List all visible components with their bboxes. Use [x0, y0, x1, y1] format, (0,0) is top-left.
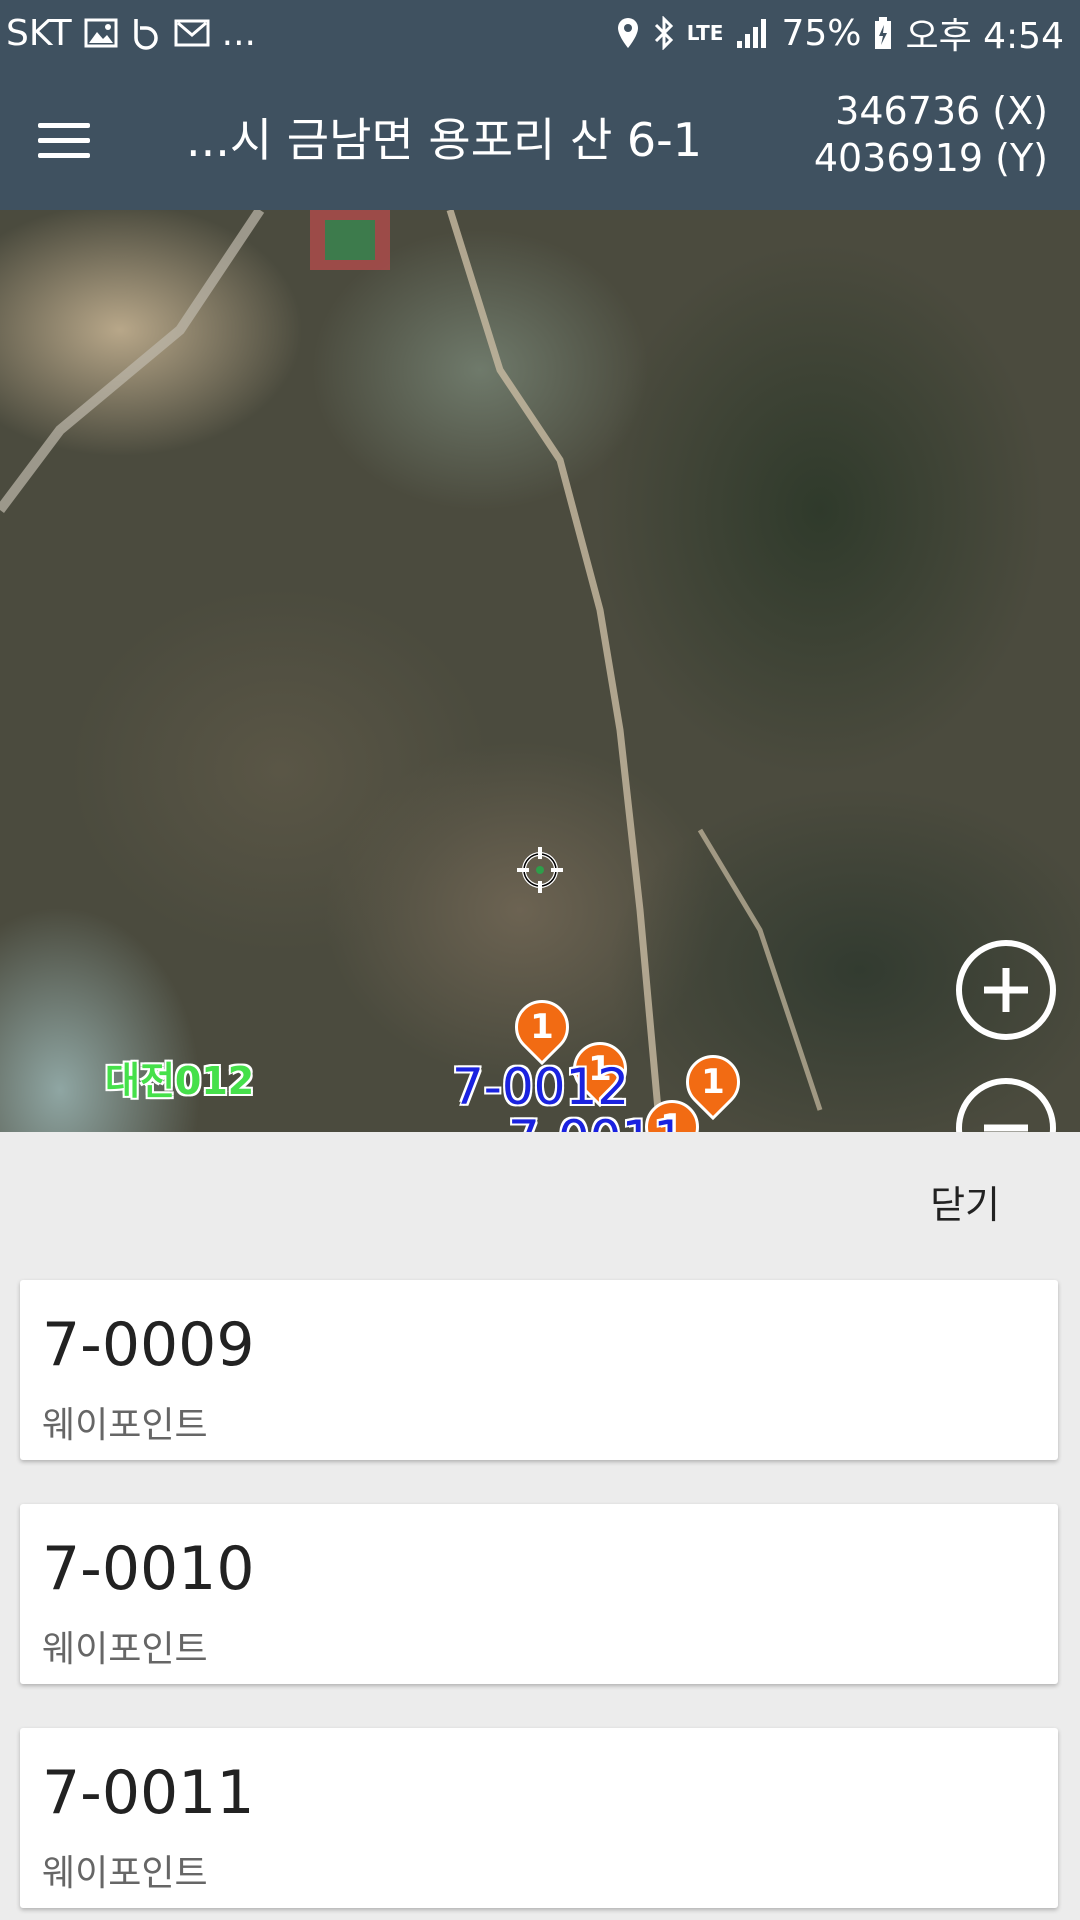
notification-overflow: ...	[221, 12, 256, 54]
crosshair-icon	[517, 847, 563, 893]
menu-button[interactable]	[38, 110, 108, 170]
list-item[interactable]: 7-0010 웨이포인트	[20, 1504, 1058, 1684]
mail-icon	[174, 18, 210, 48]
carrier-label: SKT	[6, 12, 72, 54]
map-label-waypoint-partial: 7-0011	[508, 1110, 685, 1132]
map-label-green: 대전012	[105, 1059, 255, 1103]
app-bar: ...시 금남면 용포리 산 6-1 346736 (X) 4036919 (Y…	[0, 66, 1080, 210]
plus-icon	[984, 968, 1028, 1012]
close-button[interactable]: 닫기	[930, 1174, 1000, 1229]
list-item-subtitle: 웨이포인트	[42, 1853, 208, 1894]
bluetooth-icon	[653, 16, 675, 50]
list-item[interactable]: 7-0011 웨이포인트	[20, 1728, 1058, 1908]
list-item-subtitle: 웨이포인트	[42, 1405, 208, 1446]
coordinate-x: 346736 (X)	[835, 89, 1048, 133]
location-icon	[615, 16, 641, 50]
signal-icon	[735, 17, 769, 49]
address-title: ...시 금남면 용포리 산 6-1	[186, 113, 703, 167]
list-item-subtitle: 웨이포인트	[42, 1629, 208, 1670]
satellite-map[interactable]: 1 1 1 1 대전012 7-0012 7-0011	[0, 210, 1080, 1132]
zoom-in-button[interactable]	[956, 940, 1056, 1040]
image-icon	[84, 18, 118, 48]
coordinate-y: 4036919 (Y)	[813, 136, 1048, 180]
network-type: LTE	[686, 21, 724, 45]
coordinate-readout: 346736 (X) 4036919 (Y)	[814, 88, 1048, 182]
map-roads	[0, 210, 823, 1132]
list-item[interactable]: 7-0009 웨이포인트	[20, 1280, 1058, 1460]
clock: 오후 4:54	[905, 16, 1064, 57]
list-item-title: 7-0010	[42, 1534, 255, 1604]
b-app-icon	[130, 16, 162, 50]
hamburger-icon-bar	[38, 137, 90, 143]
status-bar-right: LTE 75% 오후 4:54	[615, 7, 1064, 59]
status-bar-left: SKT ...	[6, 13, 256, 54]
map-label-waypoint: 7-0012	[452, 1058, 630, 1116]
waypoint-list-sheet: 닫기 7-0009 웨이포인트 7-0010 웨이포인트 7-0011 웨이포인…	[0, 1132, 1080, 1920]
list-item-title: 7-0009	[42, 1310, 255, 1380]
hamburger-icon-bar	[38, 122, 90, 128]
hamburger-icon-bar	[38, 152, 90, 158]
battery-icon	[873, 16, 893, 50]
minus-icon	[984, 1124, 1028, 1132]
status-bar: SKT ... LTE 75% 오후 4:54	[0, 0, 1080, 66]
list-item-title: 7-0011	[42, 1758, 255, 1828]
battery-percent: 75%	[781, 12, 862, 54]
